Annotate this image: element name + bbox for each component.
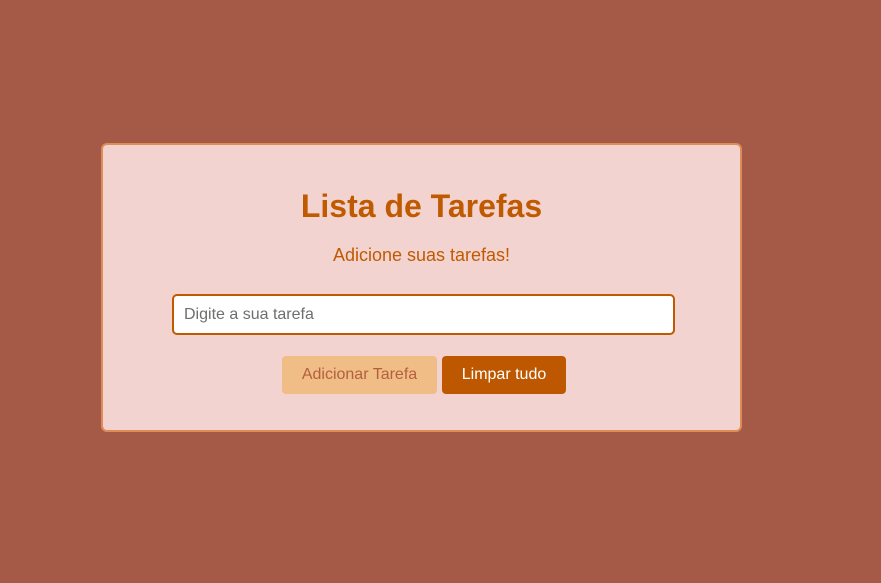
page-title: Lista de Tarefas <box>300 188 543 224</box>
page-subtitle: Adicione suas tarefas! <box>332 245 511 265</box>
add-task-button[interactable]: Adicionar Tarefa <box>282 356 437 394</box>
clear-all-button[interactable]: Limpar tudo <box>442 356 566 394</box>
todo-card: Lista de Tarefas Adicione suas tarefas! … <box>101 143 742 432</box>
task-input[interactable] <box>172 294 675 335</box>
